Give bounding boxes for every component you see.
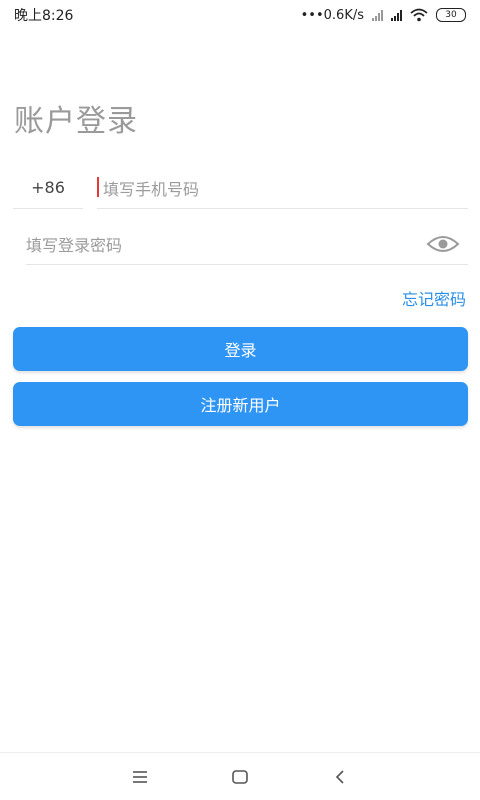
status-indicators: •••0.6K/s 30 [301, 8, 466, 23]
password-placeholder: 填写登录密码 [26, 235, 123, 255]
phone-input[interactable]: 填写手机号码 [97, 167, 468, 209]
battery-icon: 30 [436, 8, 466, 22]
status-time: 晚上8:26 [14, 8, 74, 24]
eye-icon[interactable] [426, 234, 460, 254]
login-screen: 晚上8:26 •••0.6K/s 30 账户登录 +86 填写手机号码 填写登录… [0, 0, 480, 800]
wifi-icon [410, 8, 428, 22]
signal-icon [372, 9, 383, 21]
menu-icon[interactable] [130, 767, 150, 787]
system-nav-bar [0, 752, 480, 800]
phone-placeholder: 填写手机号码 [103, 179, 200, 199]
signal-hd-icon [391, 9, 402, 21]
phone-row: +86 填写手机号码 [13, 167, 468, 209]
login-button[interactable]: 登录 [13, 327, 468, 371]
status-bar: 晚上8:26 •••0.6K/s 30 [0, 0, 480, 30]
text-caret [97, 177, 99, 197]
country-code-selector[interactable]: +86 [13, 167, 83, 209]
forgot-password-link[interactable]: 忘记密码 [402, 286, 466, 310]
register-button[interactable]: 注册新用户 [13, 382, 468, 426]
back-chevron-icon[interactable] [330, 767, 350, 787]
password-input[interactable]: 填写登录密码 [26, 223, 468, 265]
page-title: 账户登录 [14, 104, 138, 139]
home-square-icon[interactable] [230, 767, 250, 787]
network-speed: •••0.6K/s [300, 7, 364, 23]
